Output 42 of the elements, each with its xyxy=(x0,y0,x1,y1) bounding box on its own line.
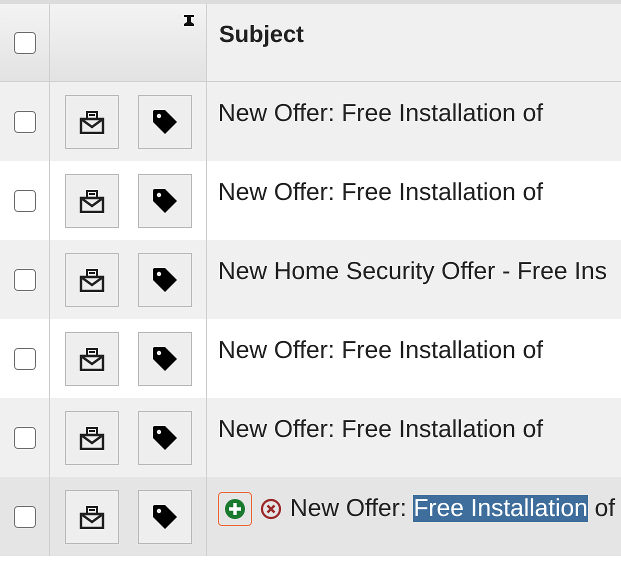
read-toggle-button[interactable] xyxy=(64,332,118,386)
tag-button[interactable] xyxy=(138,490,192,544)
envelope-tray-icon xyxy=(78,426,104,450)
subject-text: New Offer: Free Installation of xyxy=(218,337,543,365)
close-icon xyxy=(260,498,282,520)
tag-button[interactable] xyxy=(138,252,192,306)
tag-icon xyxy=(150,502,178,530)
row-checkbox[interactable] xyxy=(14,110,36,132)
envelope-tray-icon xyxy=(78,346,104,370)
row-checkbox[interactable] xyxy=(14,506,36,528)
read-toggle-button[interactable] xyxy=(64,490,118,544)
subject-text: New Offer: Free Installation of xyxy=(218,416,543,444)
row-checkbox[interactable] xyxy=(14,348,36,370)
envelope-tray-icon xyxy=(78,188,104,212)
envelope-tray-icon xyxy=(78,110,104,134)
column-header: Subject xyxy=(219,21,304,48)
tag-icon xyxy=(150,108,178,136)
envelope-tray-icon xyxy=(78,268,104,292)
row-checkbox[interactable] xyxy=(14,426,36,448)
tag-button[interactable] xyxy=(138,94,192,148)
plus-icon xyxy=(224,498,246,520)
read-toggle-button[interactable] xyxy=(64,252,118,306)
subject-text: New Offer: Free Installation of xyxy=(218,100,543,128)
pin-icon[interactable] xyxy=(184,15,194,26)
read-toggle-button[interactable] xyxy=(64,94,118,148)
tag-button[interactable] xyxy=(138,332,192,386)
add-button[interactable] xyxy=(218,492,252,526)
tag-icon xyxy=(150,424,178,452)
read-toggle-button[interactable] xyxy=(64,174,118,228)
tag-button[interactable] xyxy=(138,174,192,228)
subject-text: New Offer: Free Installation of xyxy=(290,495,616,523)
select-all-checkbox[interactable] xyxy=(14,32,36,54)
read-toggle-button[interactable] xyxy=(64,410,118,464)
envelope-tray-icon xyxy=(78,504,104,528)
subject-text: New Home Security Offer - Free Ins xyxy=(218,258,607,286)
tag-icon xyxy=(150,266,178,294)
row-checkbox[interactable] xyxy=(14,268,36,290)
subject-text: New Offer: Free Installation of xyxy=(218,179,543,207)
tag-button[interactable] xyxy=(138,410,192,464)
tag-icon xyxy=(150,344,178,372)
tag-icon xyxy=(150,186,178,214)
row-checkbox[interactable] xyxy=(14,190,36,212)
